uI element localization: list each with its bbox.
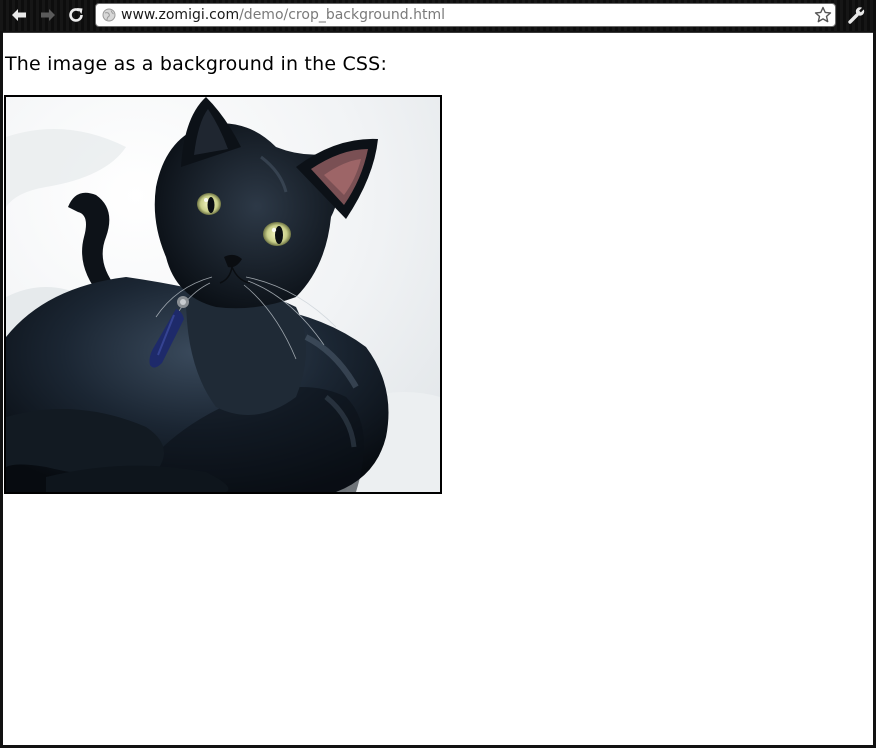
page-caption: The image as a background in the CSS:: [5, 53, 388, 75]
back-button[interactable]: [7, 3, 31, 27]
page-viewport: The image as a background in the CSS:: [3, 32, 873, 745]
forward-button[interactable]: [36, 3, 60, 27]
address-bar[interactable]: www.zomigi.com/demo/crop_background.html: [95, 3, 836, 27]
cat-photo: [6, 97, 440, 492]
url-path: /demo/crop_background.html: [239, 7, 445, 23]
arrow-left-icon: [12, 9, 26, 21]
star-icon: [814, 6, 832, 23]
url-domain: www.zomigi.com: [121, 7, 240, 23]
bookmark-button[interactable]: [813, 5, 833, 25]
browser-toolbar: www.zomigi.com/demo/crop_background.html: [0, 0, 876, 31]
wrench-icon: [848, 6, 866, 24]
reload-icon: [69, 8, 83, 22]
settings-button[interactable]: [845, 3, 869, 27]
globe-icon: [102, 8, 116, 22]
arrow-right-icon: [41, 9, 55, 21]
reload-button[interactable]: [64, 3, 88, 27]
cat-background-image: [4, 95, 442, 494]
url-text[interactable]: www.zomigi.com/demo/crop_background.html: [121, 6, 445, 24]
